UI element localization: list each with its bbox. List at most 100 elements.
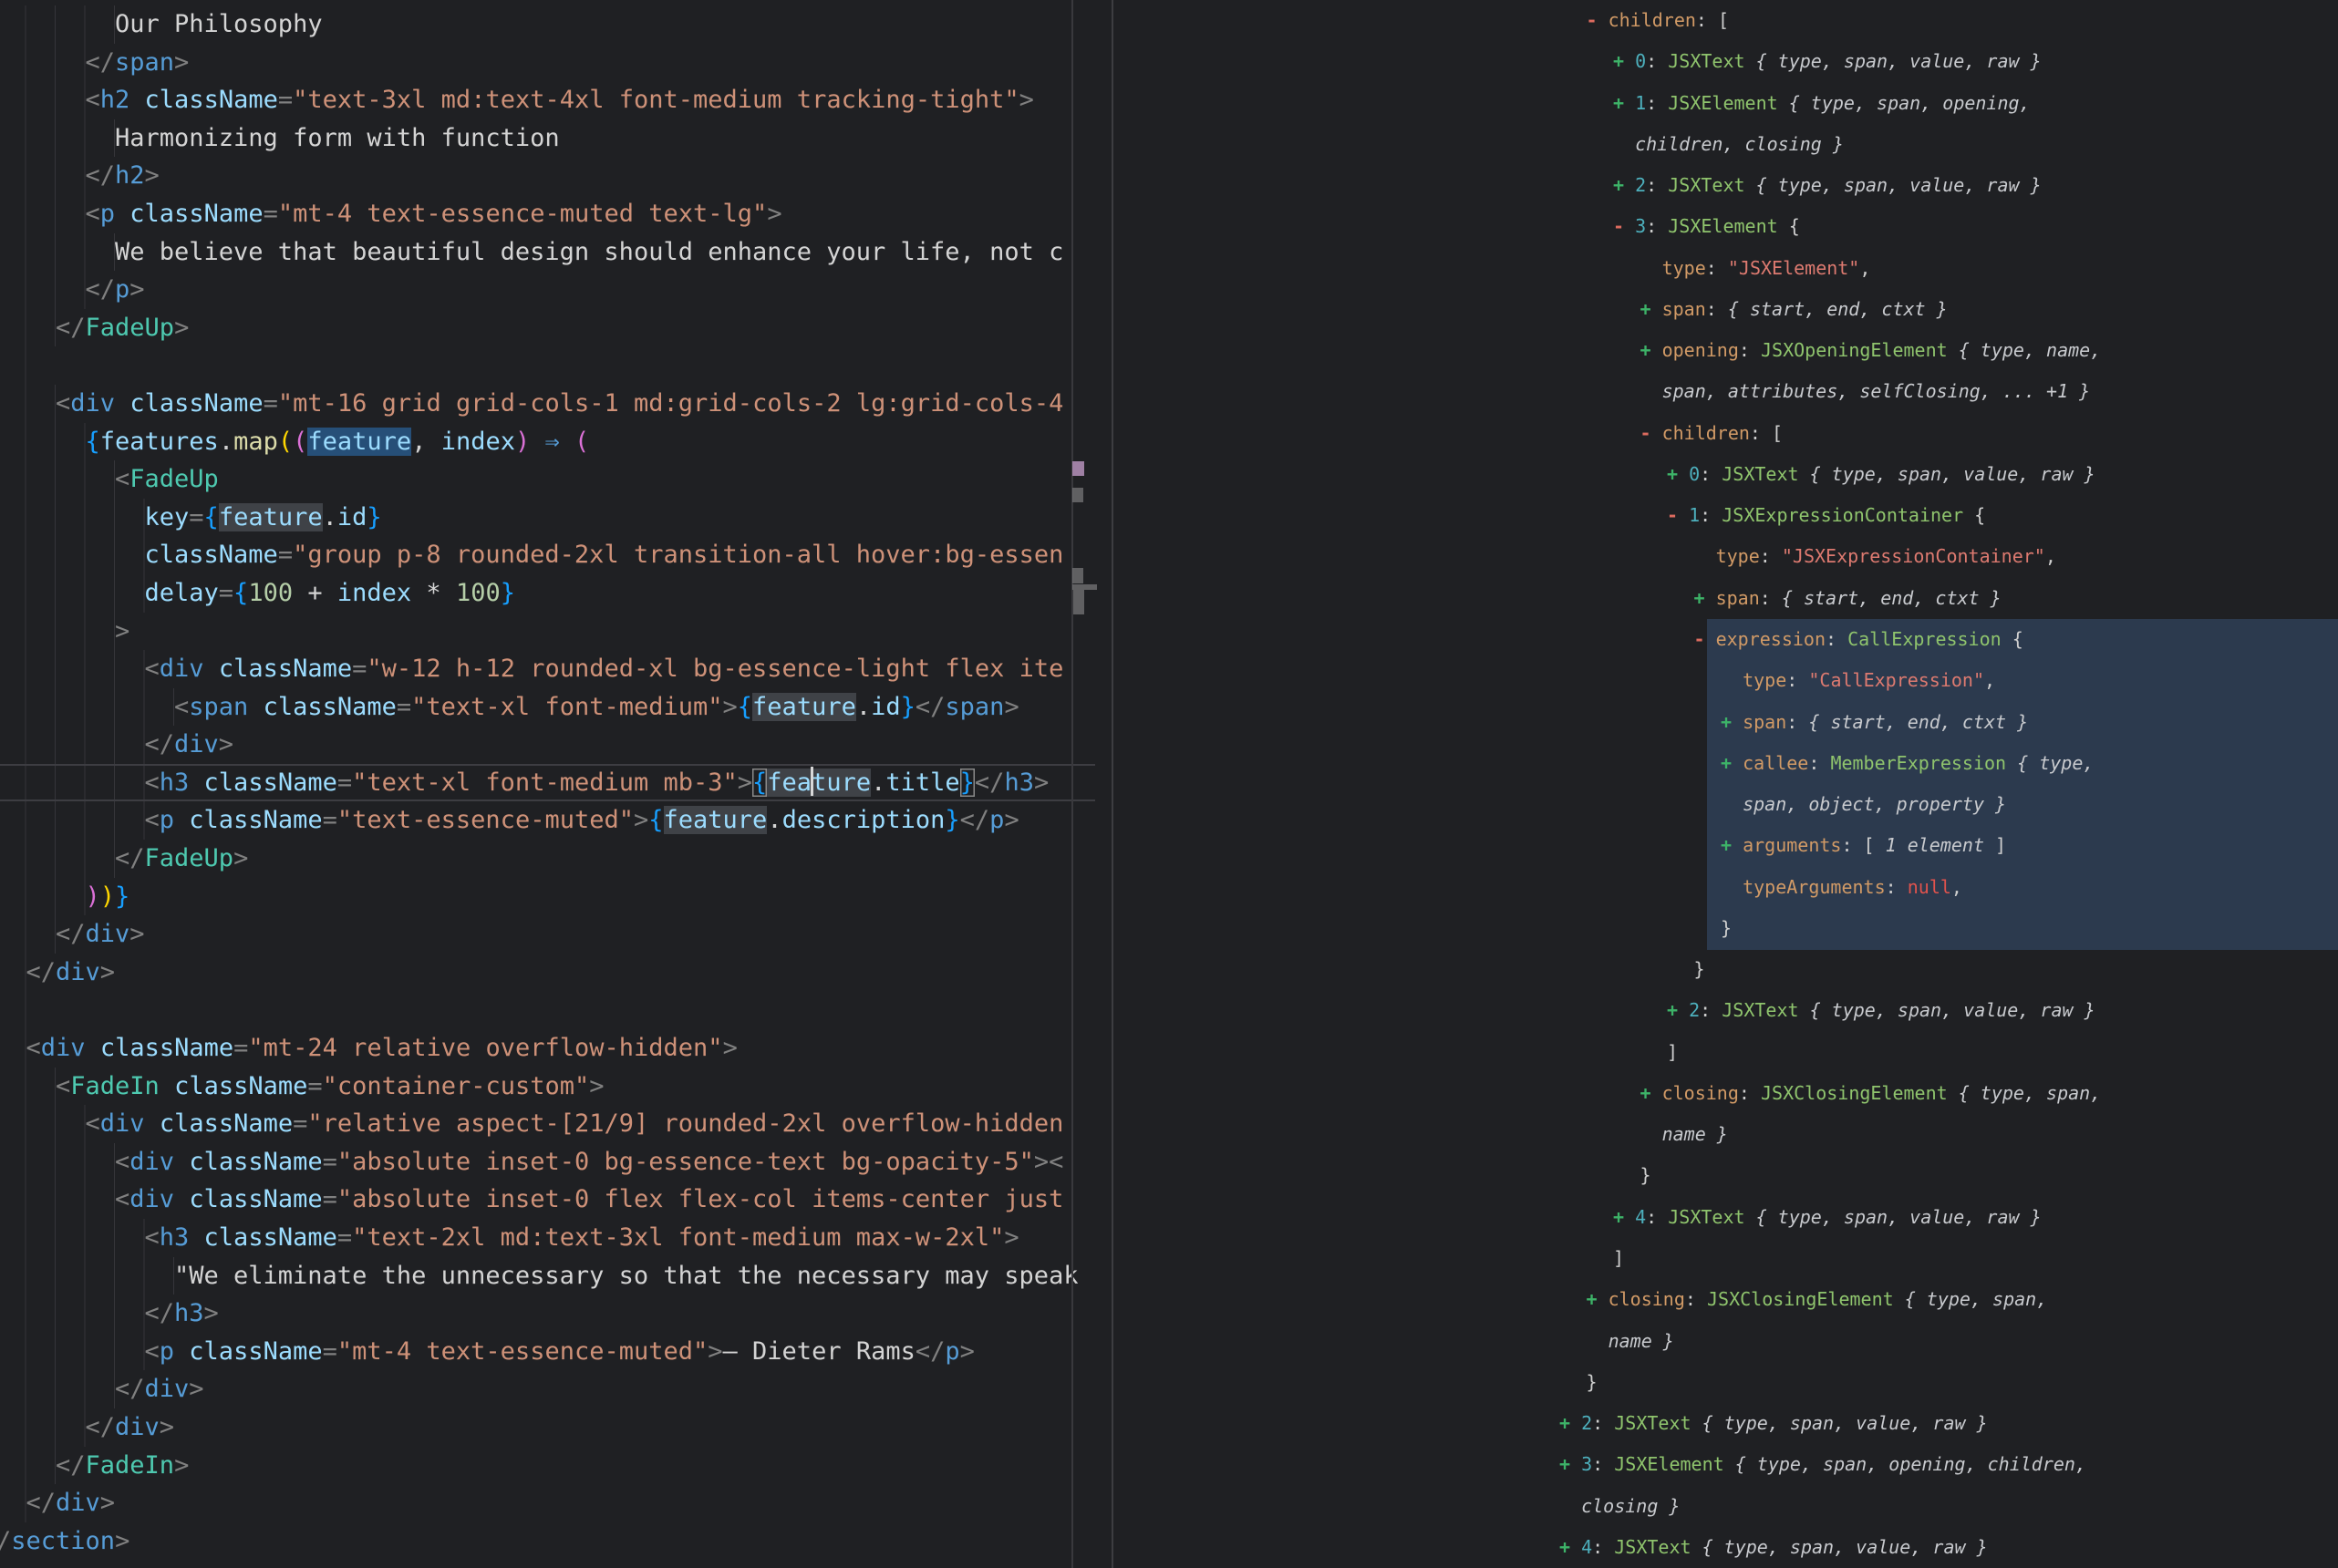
code-line-current[interactable]: <h3 className="text-xl font-medium mb-3"… [0,764,1095,802]
expand-icon[interactable]: + [1559,1412,1581,1434]
ast-node-row[interactable]: + span: { start, end, ctxt } [1721,702,2338,743]
expand-icon[interactable]: + [1640,1082,1662,1104]
ast-node-row[interactable]: } [1587,1362,2338,1403]
code-line[interactable]: key={feature.id} [0,499,1095,537]
code-line[interactable]: <p className="mt-4 text-essence-muted te… [0,195,1095,233]
ast-node-row[interactable]: children, closing } [1613,124,2338,165]
ast-node-row[interactable]: + span: { start, end, ctxt } [1694,578,2338,619]
code-line[interactable]: {features.map((feature, index) ⇒ ( [0,423,1095,461]
code-line[interactable]: </h2> [0,157,1095,195]
expand-icon[interactable]: + [1640,298,1662,320]
ast-node-row[interactable]: typeArguments: null, [1721,867,2338,908]
code-line[interactable]: </FadeUp> [0,840,1095,878]
code-line[interactable] [0,991,1095,1029]
code-line[interactable]: <span className="text-xl font-medium">{f… [0,688,1095,727]
code-line[interactable]: <h2 className="text-3xl md:text-4xl font… [0,81,1095,119]
code-line[interactable]: </FadeUp> [0,309,1095,347]
ast-node-row[interactable]: + arguments: [ 1 element ] [1721,825,2338,866]
ast-node-row[interactable]: - children: [ [1587,0,2338,41]
ast-node-row[interactable]: + 2: JSXText { type, span, value, raw } [1559,1403,2338,1444]
expand-icon[interactable]: + [1640,339,1662,361]
ast-node-row[interactable]: + 3: JSXElement { type, span, opening, c… [1559,1444,2338,1485]
ast-node-row[interactable]: + span: { start, end, ctxt } [1640,289,2338,330]
ast-node-row[interactable]: + 4: JSXText { type, span, value, raw } [1613,1197,2338,1238]
ast-node-row[interactable]: } [1640,1155,2338,1196]
code-line[interactable]: delay={100 + index * 100} [0,574,1095,613]
code-line[interactable]: </div> [0,1484,1095,1522]
ast-node-row[interactable]: - 3: JSXElement { [1613,206,2338,247]
ast-node-row[interactable]: - children: [ [1640,413,2338,454]
ast-node-row[interactable]: + opening: JSXOpeningElement { type, nam… [1640,330,2338,371]
ast-node-row[interactable]: + closing: JSXClosingElement { type, spa… [1587,1279,2338,1320]
code-line[interactable]: > [0,613,1095,651]
ast-node-row[interactable]: + 0: JSXText { type, span, value, raw } [1613,41,2338,82]
ast-node-row[interactable]: - 1: JSXExpressionContainer { [1667,495,2338,536]
code-line[interactable] [0,346,1095,385]
code-line[interactable]: <p className="text-essence-muted">{featu… [0,801,1095,840]
code-editor-viewport[interactable]: Our Philosophy</span><h2 className="text… [0,0,1095,1568]
code-line[interactable]: </FadeIn> [0,1447,1095,1485]
expand-icon[interactable]: + [1667,999,1689,1021]
expand-icon[interactable]: + [1587,1288,1609,1310]
code-line[interactable]: </div> [0,726,1095,764]
expand-icon[interactable]: + [1694,587,1716,609]
ast-node-row[interactable]: + 2: JSXText { type, span, value, raw } [1613,165,2338,206]
expand-icon[interactable]: + [1721,711,1743,733]
code-line[interactable]: </div> [0,1408,1095,1447]
code-line[interactable]: <h3 className="text-2xl md:text-3xl font… [0,1219,1095,1257]
code-line[interactable]: "We eliminate the unnecessary so that th… [0,1257,1095,1295]
ast-node-row[interactable]: + 2: JSXText { type, span, value, raw } [1667,990,2338,1031]
ast-node-row[interactable]: + callee: MemberExpression { type, [1721,743,2338,784]
ast-node-row[interactable]: type: "JSXExpressionContainer", [1694,536,2338,577]
ast-node-row[interactable]: + 1: JSXElement { type, span, opening, [1613,83,2338,124]
ast-node-row[interactable]: ] [1667,1032,2338,1073]
expand-icon[interactable]: + [1559,1453,1581,1475]
code-line[interactable]: <FadeIn className="container-custom"> [0,1068,1095,1106]
code-line[interactable]: ))} [0,878,1095,916]
ast-node-row[interactable]: span, object, property } [1721,784,2338,825]
ast-node-row[interactable]: + 4: JSXText { type, span, value, raw } [1559,1527,2338,1568]
ast-node-row[interactable]: - expression: CallExpression { [1694,619,2338,660]
ast-node-row[interactable]: + closing: JSXClosingElement { type, spa… [1640,1073,2338,1114]
ast-node-row[interactable]: type: "CallExpression", [1721,660,2338,701]
code-line[interactable]: <div className="mt-16 grid grid-cols-1 m… [0,385,1095,423]
collapse-icon[interactable]: - [1587,9,1609,31]
expand-icon[interactable]: + [1559,1536,1581,1558]
code-line[interactable]: className="group p-8 rounded-2xl transit… [0,536,1095,574]
ast-node-row[interactable]: } [1694,949,2338,990]
collapse-icon[interactable]: - [1613,215,1635,237]
collapse-icon[interactable]: - [1667,504,1689,526]
expand-icon[interactable]: + [1613,50,1635,72]
code-line[interactable]: </div> [0,915,1095,954]
code-line[interactable]: <div className="absolute inset-0 flex fl… [0,1181,1095,1219]
collapse-icon[interactable]: - [1694,628,1716,650]
code-line[interactable]: Our Philosophy [0,5,1095,44]
code-line[interactable]: </div> [0,954,1095,992]
ast-node-row[interactable]: ] [1613,1238,2338,1279]
code-line[interactable]: <div className="absolute inset-0 bg-esse… [0,1143,1095,1181]
code-line[interactable]: We believe that beautiful design should … [0,233,1095,272]
expand-icon[interactable]: + [1667,463,1689,485]
code-line[interactable]: <div className="w-12 h-12 rounded-xl bg-… [0,650,1095,688]
code-line[interactable]: Harmonizing form with function [0,119,1095,158]
ast-node-row[interactable]: } [1721,908,2338,949]
ast-node-row[interactable]: type: "JSXElement", [1640,248,2338,289]
ast-node-row[interactable]: span, attributes, selfClosing, ... +1 } [1640,371,2338,412]
expand-icon[interactable]: + [1721,834,1743,856]
code-line[interactable]: <div className="mt-24 relative overflow-… [0,1029,1095,1068]
expand-icon[interactable]: + [1721,752,1743,774]
code-line[interactable]: </div> [0,1370,1095,1408]
code-line[interactable]: /section> [0,1522,1095,1561]
ast-node-row[interactable]: name } [1587,1321,2338,1362]
code-line[interactable]: <div className="relative aspect-[21/9] r… [0,1105,1095,1143]
ast-node-row[interactable]: closing } [1559,1486,2338,1527]
collapse-icon[interactable]: - [1640,422,1662,444]
code-line[interactable]: </h3> [0,1295,1095,1333]
code-line[interactable]: <FadeUp [0,460,1095,499]
ast-node-row[interactable]: name } [1640,1114,2338,1155]
code-line[interactable]: </span> [0,44,1095,82]
code-line[interactable]: </p> [0,271,1095,309]
expand-icon[interactable]: + [1613,1206,1635,1228]
code-line[interactable]: <p className="mt-4 text-essence-muted">—… [0,1333,1095,1371]
expand-icon[interactable]: + [1613,174,1635,196]
